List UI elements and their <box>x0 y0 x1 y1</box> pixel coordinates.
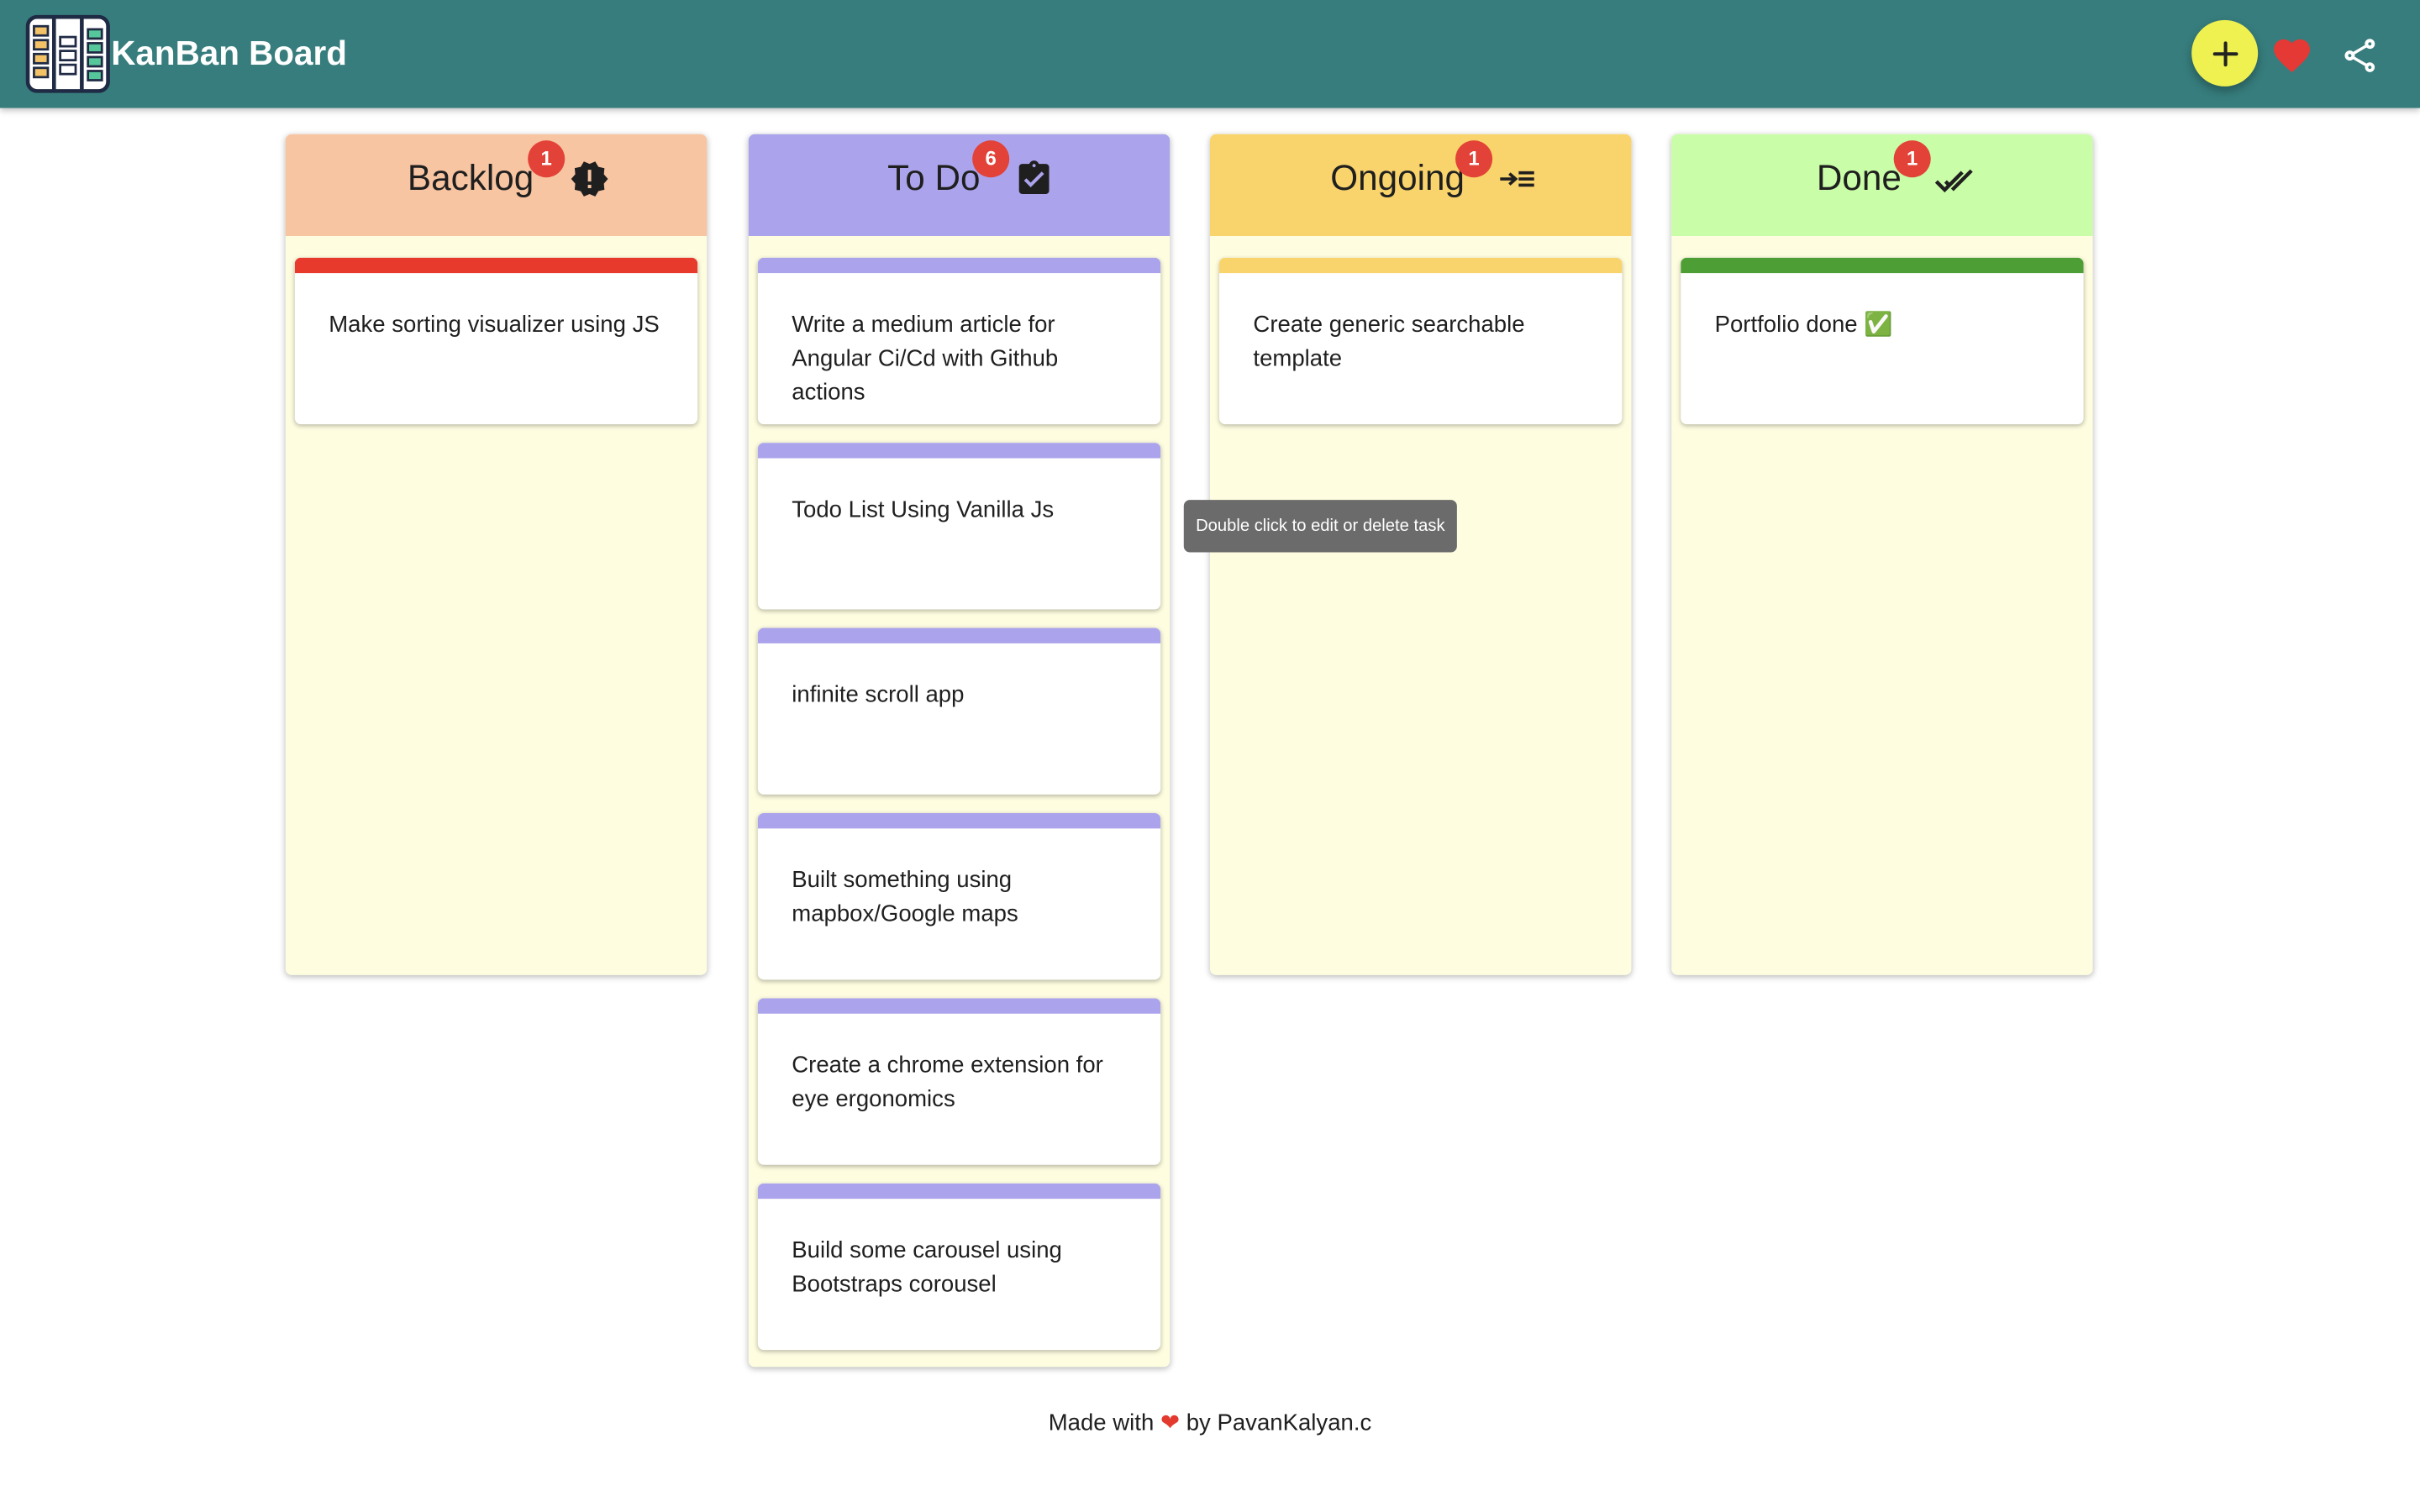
column-backlog: Backlog 1 Make sorting visualizer using … <box>285 134 708 975</box>
new-releases-alert-icon <box>571 161 608 197</box>
footer-prefix: Made with <box>1048 1410 1155 1436</box>
task-count-badge: 6 <box>972 140 1010 178</box>
heart-icon: ❤ <box>1160 1410 1181 1436</box>
page-footer: Made with ❤ by PavanKalyan.c <box>0 1407 2420 1441</box>
column-title: Backlog <box>407 157 534 198</box>
task-card-text: Portfolio done ✅ <box>1714 312 1893 339</box>
column-todo: To Do 6 Write a medium article for Angul… <box>748 134 1171 1368</box>
footer-author: by PavanKalyan.c <box>1186 1410 1372 1436</box>
task-count-badge: 1 <box>1455 140 1493 178</box>
low-priority-arrow-list-icon <box>1500 171 1534 187</box>
task-card-color-bar <box>757 1183 1161 1200</box>
kanban-board-logo-icon <box>25 14 110 93</box>
task-card-text: Todo List Using Vanilla Js <box>792 496 1055 523</box>
column-title: To Do <box>887 157 981 198</box>
task-card[interactable]: Write a medium article for Angular Ci/Cd… <box>757 257 1161 425</box>
app-title: KanBan Board <box>111 34 347 73</box>
task-card[interactable]: infinite scroll app <box>757 627 1161 795</box>
task-card[interactable]: Built something using mapbox/Google maps <box>757 812 1161 980</box>
add-task-button[interactable] <box>2191 19 2259 87</box>
task-card[interactable]: Todo List Using Vanilla Js <box>757 443 1161 610</box>
task-card-color-bar <box>757 998 1161 1014</box>
task-card-text: infinite scroll app <box>792 681 965 709</box>
task-card[interactable]: Portfolio done ✅ <box>1681 257 2084 425</box>
assignment-turned-in-icon <box>1018 160 1050 194</box>
task-card-color-bar <box>757 443 1161 459</box>
task-card-color-bar <box>1681 257 2084 274</box>
task-card[interactable]: Create a chrome extension for eye ergono… <box>757 998 1161 1165</box>
task-card[interactable]: Build some carousel using Bootstraps cor… <box>757 1183 1161 1351</box>
column-header-backlog: Backlog 1 <box>285 134 708 237</box>
task-card-text: Make sorting visualizer using JS <box>329 312 660 339</box>
column-title: Ongoing <box>1330 157 1465 198</box>
task-count-badge: 1 <box>1893 140 1931 178</box>
double-check-icon <box>1934 169 1973 193</box>
task-card[interactable]: Create generic searchable template <box>1219 257 1623 425</box>
column-title: Done <box>1816 157 1902 198</box>
task-card-color-bar <box>1219 257 1623 274</box>
column-header-done: Done 1 <box>1671 134 2093 237</box>
column-header-ongoing: Ongoing 1 <box>1210 134 1632 237</box>
task-card-color-bar <box>757 257 1161 274</box>
task-card[interactable]: Make sorting visualizer using JS <box>294 257 698 425</box>
column-ongoing: Ongoing 1 Create generic searchable temp… <box>1210 134 1632 975</box>
column-header-todo: To Do 6 <box>748 134 1171 237</box>
task-card-text: Create a chrome extension for eye ergono… <box>792 1052 1103 1113</box>
share-icon[interactable] <box>2339 35 2380 76</box>
task-card-text: Build some carousel using Bootstraps cor… <box>792 1237 1062 1298</box>
kanban-page: KanBan Board Backlog 1 Make sorting visu… <box>0 0 2420 1512</box>
task-tooltip: Double click to edit or delete task <box>1183 500 1457 553</box>
column-done: Done 1 Portfolio done ✅ <box>1671 134 2093 975</box>
task-card-color-bar <box>757 812 1161 829</box>
task-card-color-bar <box>294 257 698 274</box>
task-card-color-bar <box>757 627 1161 643</box>
top-toolbar: KanBan Board <box>0 0 2420 108</box>
task-card-text: Write a medium article for Angular Ci/Cd… <box>792 312 1059 407</box>
heart-icon[interactable] <box>2270 34 2313 76</box>
task-card-text: Built something using mapbox/Google maps <box>792 867 1018 927</box>
task-card-text: Create generic searchable template <box>1253 312 1525 372</box>
plus-icon <box>2212 40 2238 66</box>
task-count-badge: 1 <box>528 140 566 178</box>
